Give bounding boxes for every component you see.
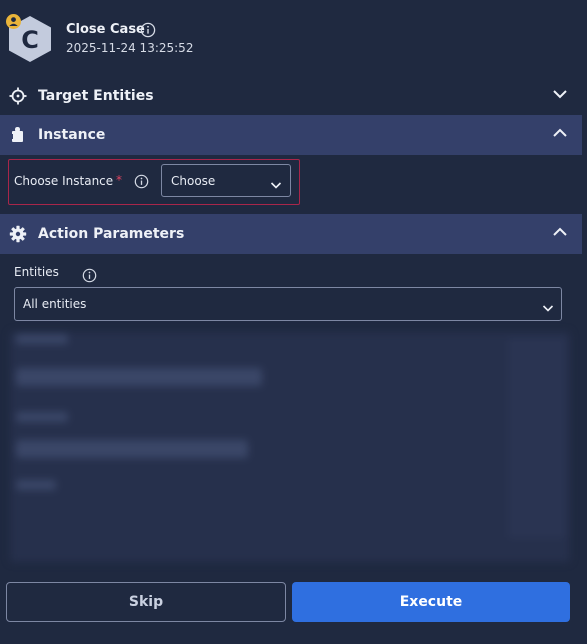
chevron-down-icon[interactable]	[552, 86, 568, 106]
section-action-parameters[interactable]: Action Parameters	[0, 214, 582, 254]
instance-select[interactable]: Choose	[161, 164, 291, 197]
action-title: Close Case	[66, 22, 145, 37]
chevron-down-icon	[270, 176, 282, 195]
chevron-up-icon[interactable]	[552, 224, 568, 244]
info-icon[interactable]	[140, 22, 156, 42]
required-marker: *	[116, 173, 122, 187]
instance-select-value: Choose	[171, 173, 216, 188]
gear-icon	[8, 224, 28, 244]
entities-select-value: All entities	[23, 297, 87, 311]
entities-label: Entities	[14, 265, 59, 279]
chevron-down-icon	[542, 299, 554, 318]
section-label: Target Entities	[38, 88, 154, 104]
section-label: Action Parameters	[38, 226, 185, 242]
section-instance[interactable]: Instance	[0, 115, 582, 155]
section-label: Instance	[38, 127, 106, 143]
user-avatar-icon	[6, 14, 21, 29]
action-header: C Close Case 2025-11-24 13:25:52	[0, 0, 587, 72]
execute-button[interactable]: Execute	[292, 582, 570, 622]
info-icon[interactable]	[134, 174, 149, 193]
blurred-content-area	[8, 328, 574, 572]
entities-select[interactable]: All entities	[14, 287, 562, 321]
info-icon[interactable]	[82, 268, 97, 287]
skip-button[interactable]: Skip	[6, 582, 286, 622]
chevron-up-icon[interactable]	[552, 125, 568, 145]
crosshair-icon	[8, 86, 28, 106]
action-timestamp: 2025-11-24 13:25:52	[66, 41, 194, 55]
puzzle-icon	[8, 125, 28, 145]
section-target-entities[interactable]: Target Entities	[0, 79, 582, 113]
choose-instance-label: Choose Instance	[14, 174, 114, 188]
hex-letter: C	[21, 26, 39, 54]
